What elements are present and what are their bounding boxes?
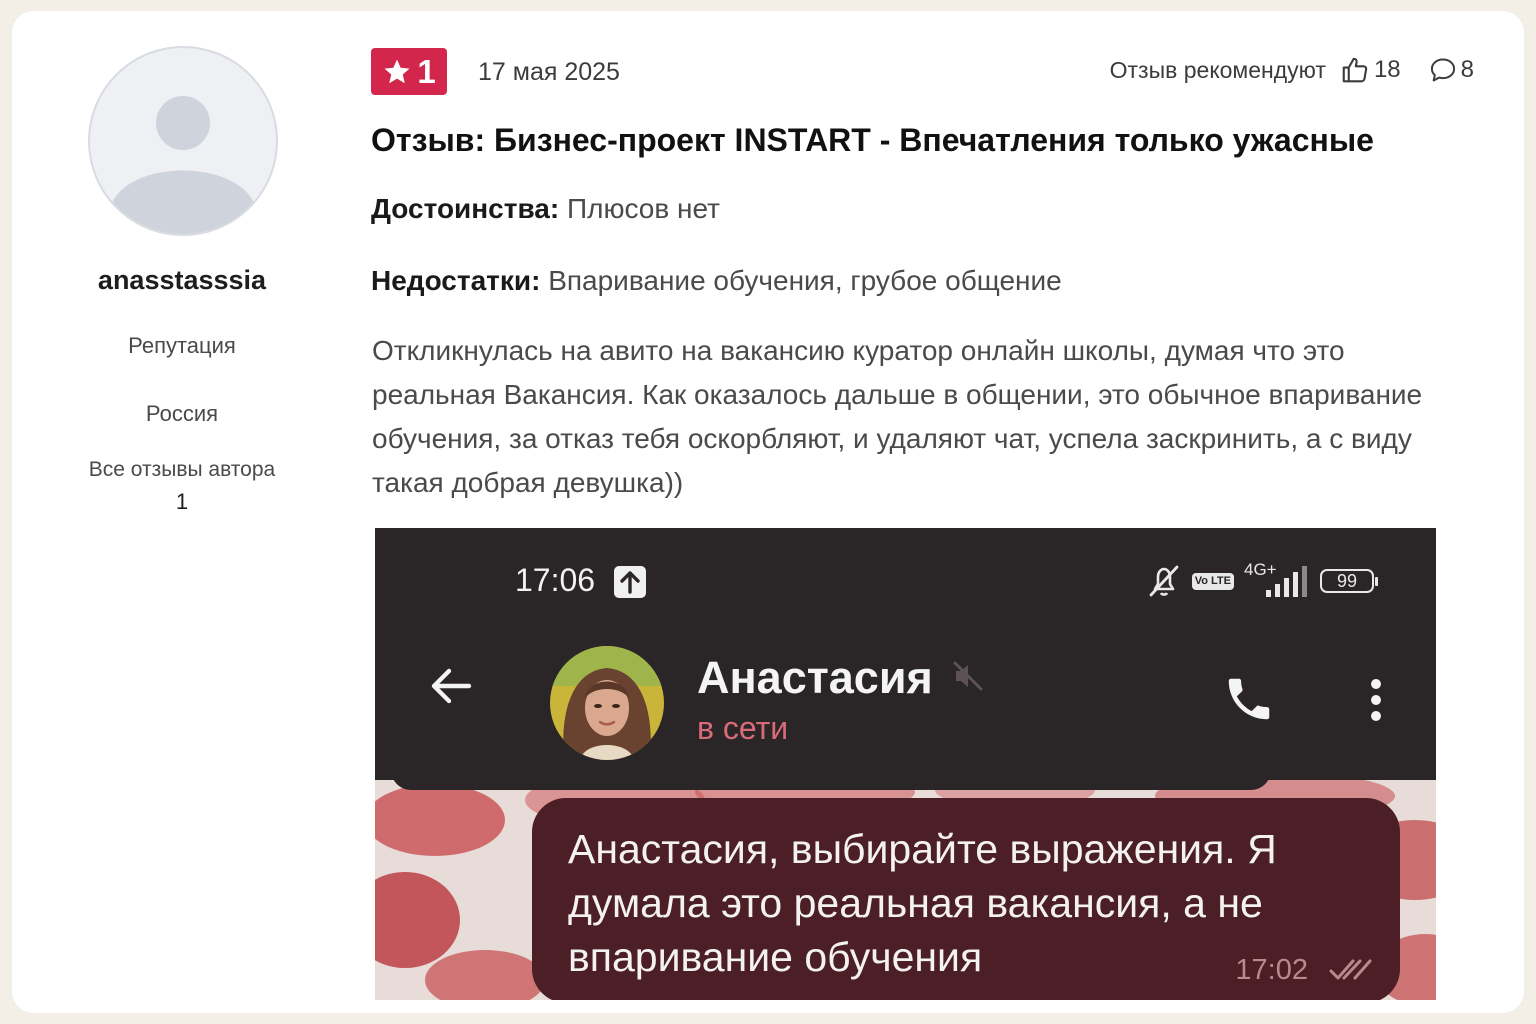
bell-muted-icon — [1149, 565, 1179, 597]
pros-text: Плюсов нет — [566, 193, 720, 224]
cons-label: Недостатки: — [371, 265, 541, 296]
recommend-label: Отзыв рекомендуют — [1109, 56, 1326, 83]
comment-icon[interactable] — [1429, 56, 1457, 84]
volte-icon: Vo LTE — [1191, 572, 1234, 590]
read-checkmarks-icon — [1329, 959, 1372, 980]
author-avatar[interactable] — [88, 46, 278, 236]
attached-screenshot[interactable]: 17:06 Vo LTE 4G+ 99 Анастасия в сети Ана… — [375, 528, 1436, 1000]
more-vertical-icon[interactable] — [1368, 678, 1384, 722]
contact-name: Анастасия — [697, 652, 933, 703]
contact-status: в сети — [697, 710, 789, 746]
cons-field: Недостатки: Впаривание обучения, грубое … — [371, 265, 1062, 297]
review-card: anasstasssia Репутация Россия Все отзывы… — [12, 11, 1524, 1013]
rating-value: 1 — [417, 52, 436, 90]
rating-badge: 1 — [371, 48, 447, 95]
signal-icon: 4G+ — [1244, 560, 1310, 600]
phone-icon[interactable] — [1222, 672, 1276, 726]
thumbs-up-icon[interactable] — [1340, 55, 1370, 85]
message-time: 17:02 — [1235, 954, 1308, 986]
star-icon — [384, 59, 410, 83]
recommend-bar: Отзыв рекомендуют 18 8 — [1110, 55, 1474, 85]
battery-level: 99 — [1336, 570, 1358, 591]
author-country: Россия — [145, 401, 219, 426]
review-date: 17 мая 2025 — [478, 58, 620, 86]
volte-label: Vo LTE — [1194, 574, 1231, 587]
status-icons: Vo LTE 4G+ 99 — [1146, 560, 1378, 600]
pros-label: Достоинства: — [371, 193, 560, 224]
cons-text: Впаривание обучения, грубое общение — [548, 265, 1062, 296]
author-reputation: Репутация — [128, 333, 236, 358]
chat-header-edge — [391, 768, 1271, 790]
comments-count: 8 — [1460, 56, 1474, 83]
battery-icon: 99 — [1320, 569, 1378, 593]
contact-avatar[interactable] — [550, 646, 664, 760]
muted-speaker-icon — [953, 661, 983, 691]
likes-count: 18 — [1373, 56, 1401, 83]
status-time: 17:06 — [515, 562, 596, 598]
user-placeholder-icon — [110, 96, 256, 234]
message-bubble[interactable]: Анастасия, выбирайте выражения. Я думала… — [532, 798, 1400, 1000]
review-title[interactable]: Отзыв: Бизнес-проект INSTART - Впечатлен… — [371, 122, 1374, 159]
upload-arrow-icon — [614, 566, 646, 598]
back-arrow-icon[interactable] — [427, 662, 475, 710]
author-all-reviews-link[interactable]: Все отзывы автора — [32, 458, 332, 482]
review-body: Откликнулась на авито на вакансию курато… — [372, 335, 1423, 498]
pros-field: Достоинства: Плюсов нет — [371, 193, 720, 225]
author-name[interactable]: anasstasssia — [32, 265, 332, 296]
author-reviews-count: 1 — [175, 489, 189, 514]
